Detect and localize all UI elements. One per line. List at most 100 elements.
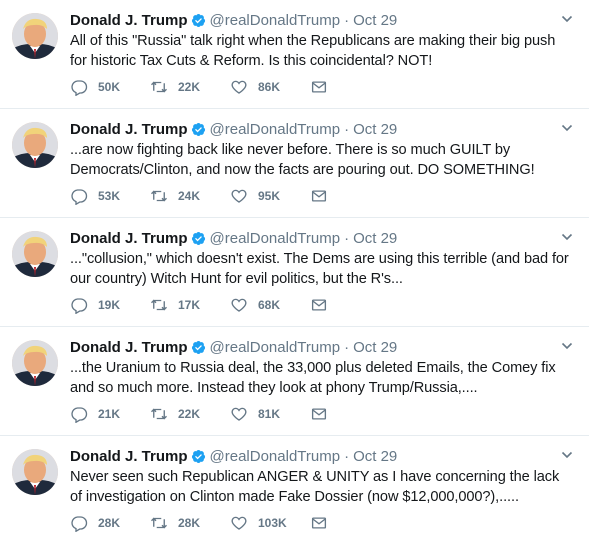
- retweet-button[interactable]: 28K: [150, 514, 230, 532]
- reply-button[interactable]: 53K: [70, 187, 150, 205]
- reply-button[interactable]: 28K: [70, 514, 150, 532]
- envelope-icon: [311, 190, 327, 202]
- avatar[interactable]: [12, 231, 58, 277]
- tweet-text: Never seen such Republican ANGER & UNITY…: [70, 469, 560, 505]
- separator-dot: ·: [344, 229, 350, 247]
- verified-badge-icon: [191, 340, 205, 354]
- speech-bubble-icon: [71, 189, 88, 205]
- like-count: 81K: [258, 407, 281, 421]
- reply-count: 28K: [98, 516, 121, 530]
- separator-dot: ·: [344, 11, 350, 29]
- speech-bubble-icon: [71, 516, 88, 532]
- tweet-header: Donald J. Trump @realDonaldTrump · Oct 2…: [70, 10, 575, 30]
- reply-button[interactable]: 21K: [70, 405, 150, 423]
- reply-button[interactable]: 50K: [70, 78, 150, 96]
- like-button[interactable]: 81K: [230, 405, 310, 423]
- retweet-button[interactable]: 22K: [150, 78, 230, 96]
- direct-message-button[interactable]: [310, 187, 390, 205]
- like-button[interactable]: 86K: [230, 78, 310, 96]
- like-count: 103K: [258, 516, 287, 530]
- tweet[interactable]: Donald J. Trump @realDonaldTrump · Oct 2…: [0, 109, 589, 218]
- speech-bubble-icon: [71, 407, 88, 423]
- retweet-icon: [151, 408, 167, 420]
- reply-count: 19K: [98, 298, 121, 312]
- reply-button[interactable]: 19K: [70, 296, 150, 314]
- chevron-down-icon[interactable]: [561, 122, 573, 134]
- envelope-icon: [311, 408, 327, 420]
- like-count: 86K: [258, 80, 281, 94]
- heart-icon: [231, 189, 247, 203]
- display-name[interactable]: Donald J. Trump: [70, 12, 188, 29]
- like-button[interactable]: 68K: [230, 296, 310, 314]
- tweet-actions: 28K 28K 103K: [70, 513, 390, 533]
- display-name[interactable]: Donald J. Trump: [70, 448, 188, 465]
- retweet-count: 28K: [178, 516, 201, 530]
- avatar[interactable]: [12, 449, 58, 495]
- handle[interactable]: @realDonaldTrump: [210, 230, 341, 247]
- tweet-header: Donald J. Trump @realDonaldTrump · Oct 2…: [70, 446, 575, 466]
- display-name[interactable]: Donald J. Trump: [70, 121, 188, 138]
- retweet-icon: [151, 299, 167, 311]
- chevron-down-icon[interactable]: [561, 449, 573, 461]
- direct-message-button[interactable]: [310, 514, 390, 532]
- tweet-text: ...the Uranium to Russia deal, the 33,00…: [70, 360, 556, 396]
- heart-icon: [231, 298, 247, 312]
- timestamp[interactable]: Oct 29: [353, 448, 397, 465]
- like-button[interactable]: 95K: [230, 187, 310, 205]
- direct-message-button[interactable]: [310, 296, 390, 314]
- retweet-button[interactable]: 24K: [150, 187, 230, 205]
- timestamp[interactable]: Oct 29: [353, 339, 397, 356]
- tweet-text: All of this "Russia" talk right when the…: [70, 33, 556, 69]
- reply-count: 53K: [98, 189, 121, 203]
- like-button[interactable]: 103K: [230, 514, 310, 532]
- handle[interactable]: @realDonaldTrump: [210, 448, 341, 465]
- retweet-button[interactable]: 22K: [150, 405, 230, 423]
- timestamp[interactable]: Oct 29: [353, 121, 397, 138]
- retweet-icon: [151, 517, 167, 529]
- tweet-actions: 19K 17K 68K: [70, 295, 390, 315]
- heart-icon: [231, 516, 247, 530]
- envelope-icon: [311, 81, 327, 93]
- direct-message-button[interactable]: [310, 405, 390, 423]
- tweet-feed: Donald J. Trump @realDonaldTrump · Oct 2…: [0, 0, 589, 544]
- verified-badge-icon: [191, 231, 205, 245]
- speech-bubble-icon: [71, 80, 88, 96]
- tweet[interactable]: Donald J. Trump @realDonaldTrump · Oct 2…: [0, 0, 589, 109]
- handle[interactable]: @realDonaldTrump: [210, 12, 341, 29]
- retweet-count: 22K: [178, 80, 201, 94]
- speech-bubble-icon: [71, 298, 88, 314]
- handle[interactable]: @realDonaldTrump: [210, 339, 341, 356]
- display-name[interactable]: Donald J. Trump: [70, 339, 188, 356]
- direct-message-button[interactable]: [310, 78, 390, 96]
- envelope-icon: [311, 299, 327, 311]
- chevron-down-icon[interactable]: [561, 340, 573, 352]
- verified-badge-icon: [191, 13, 205, 27]
- chevron-down-icon[interactable]: [561, 13, 573, 25]
- separator-dot: ·: [344, 120, 350, 138]
- verified-badge-icon: [191, 122, 205, 136]
- tweet-actions: 53K 24K 95K: [70, 186, 390, 206]
- tweet-header: Donald J. Trump @realDonaldTrump · Oct 2…: [70, 337, 575, 357]
- avatar[interactable]: [12, 340, 58, 386]
- tweet-text: ...are now fighting back like never befo…: [70, 142, 535, 178]
- avatar[interactable]: [12, 13, 58, 59]
- tweet-actions: 50K 22K 86K: [70, 77, 390, 97]
- retweet-icon: [151, 81, 167, 93]
- avatar[interactable]: [12, 122, 58, 168]
- chevron-down-icon[interactable]: [561, 231, 573, 243]
- tweet[interactable]: Donald J. Trump @realDonaldTrump · Oct 2…: [0, 436, 589, 544]
- tweet-header: Donald J. Trump @realDonaldTrump · Oct 2…: [70, 119, 575, 139]
- tweet[interactable]: Donald J. Trump @realDonaldTrump · Oct 2…: [0, 327, 589, 436]
- like-count: 95K: [258, 189, 281, 203]
- display-name[interactable]: Donald J. Trump: [70, 230, 188, 247]
- retweet-button[interactable]: 17K: [150, 296, 230, 314]
- timestamp[interactable]: Oct 29: [353, 12, 397, 29]
- retweet-count: 17K: [178, 298, 201, 312]
- timestamp[interactable]: Oct 29: [353, 230, 397, 247]
- retweet-count: 24K: [178, 189, 201, 203]
- retweet-count: 22K: [178, 407, 201, 421]
- separator-dot: ·: [344, 447, 350, 465]
- tweet[interactable]: Donald J. Trump @realDonaldTrump · Oct 2…: [0, 218, 589, 327]
- separator-dot: ·: [344, 338, 350, 356]
- handle[interactable]: @realDonaldTrump: [210, 121, 341, 138]
